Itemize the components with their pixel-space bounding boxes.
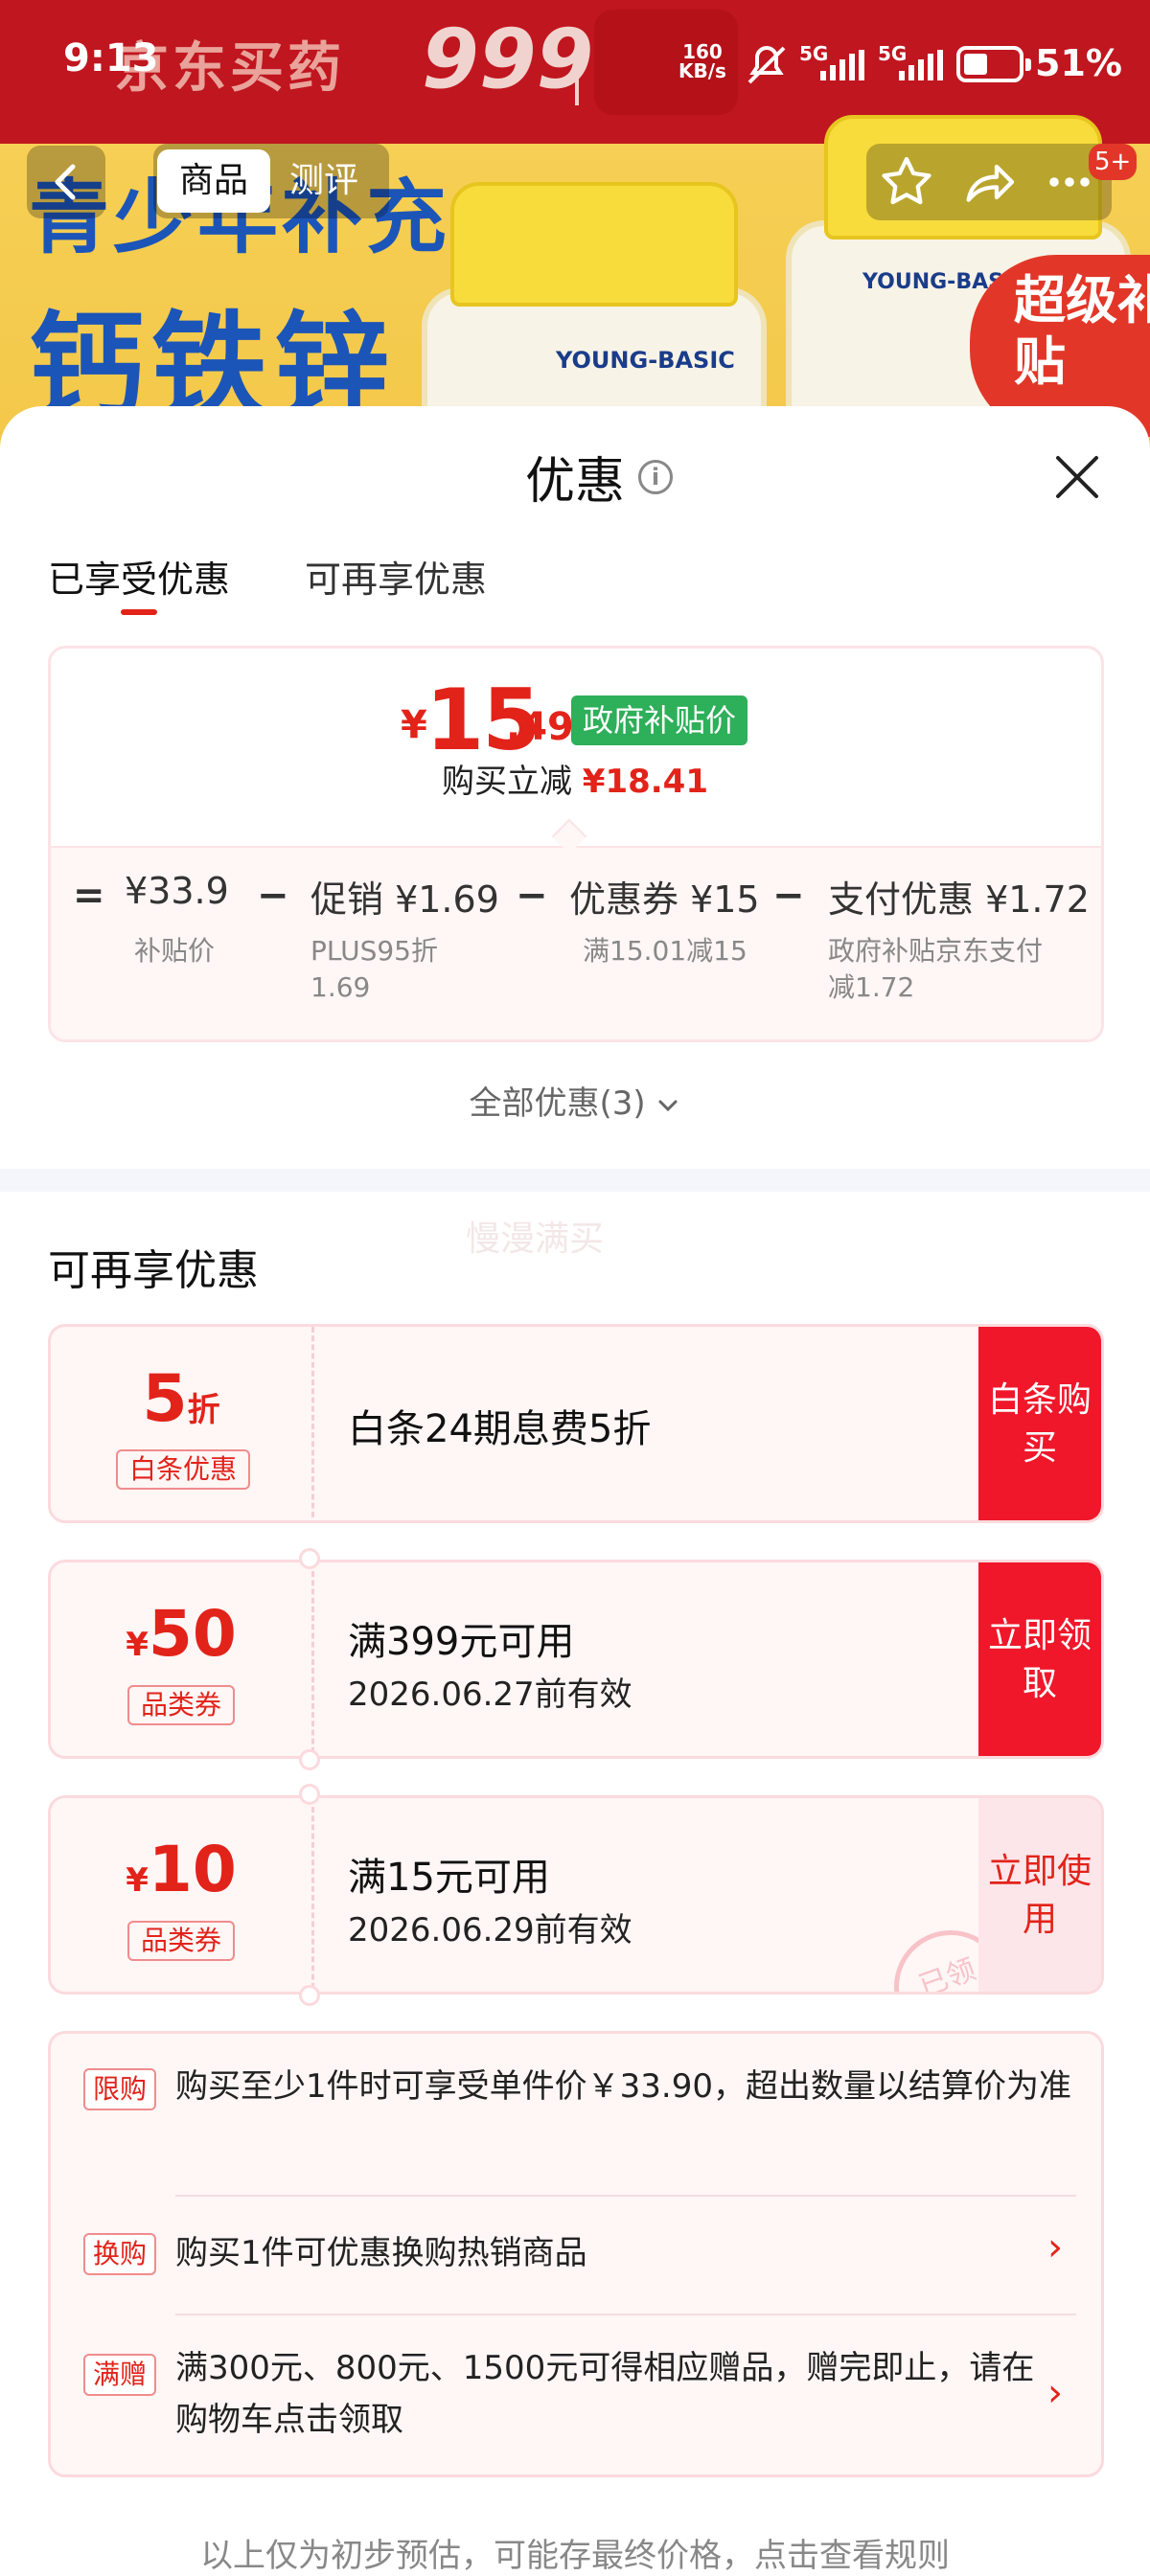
breakdown-desc-2: 满15.01减15 — [583, 935, 748, 967]
rule-tag-gift: 满赠 — [83, 2354, 156, 2396]
breakdown-desc-1: PLUS95折 1.69 — [310, 935, 438, 1003]
status-bar: 9:13 160 KB/s 5G 5G 51% — [0, 0, 1150, 134]
coupon-tag: 品类券 — [127, 1685, 236, 1725]
breakdown-value-2: 优惠券 ¥15 — [569, 878, 760, 921]
tab-product[interactable]: 商品 — [157, 149, 270, 213]
coupon-desc: 白条24期息费5折 — [348, 1407, 652, 1451]
tab-review[interactable]: 测评 — [289, 149, 358, 213]
chevron-right-icon: › — [1047, 2225, 1063, 2269]
active-tab-indicator — [121, 609, 157, 615]
coupon-divider — [311, 1327, 314, 1520]
status-time: 9:13 — [63, 36, 159, 80]
breakdown-value-3: 支付优惠 ¥1.72 — [828, 878, 1090, 921]
coupon-divider — [311, 1562, 314, 1756]
coupon-card-50: ¥50 品类券 满399元可用 2026.06.27前有效 立即领取 — [48, 1560, 1104, 1759]
rule-text-gift: 满300元、800元、1500元可得相应赠品，赠完即止，请在购物车点击领取 — [175, 2349, 1035, 2439]
coupon-value-number: 10 — [148, 1833, 237, 1906]
network-speed: 160 KB/s — [678, 42, 726, 80]
breakdown-value-0: ¥33.9 — [125, 870, 229, 912]
coupon-condition: 满399元可用 — [348, 1620, 575, 1664]
message-count-badge: 5+ — [1089, 144, 1138, 180]
coupon-condition: 满15元可用 — [348, 1856, 550, 1900]
coupon-value-unit: 折 — [187, 1391, 220, 1429]
rule-text-exchange: 购买1件可优惠换购热销商品 — [175, 2234, 587, 2272]
reduction-label: 购买立减 — [441, 763, 572, 801]
coupon-notch — [299, 1784, 320, 1805]
nav-tabs: 商品 测评 — [153, 144, 389, 218]
watermark-text: 慢漫满买 — [466, 1220, 605, 1259]
sheet-title: 优惠 — [524, 453, 625, 511]
coupon-value: ¥10 — [51, 1833, 311, 1906]
share-icon[interactable] — [958, 151, 1020, 213]
tab-enjoyed-promos[interactable]: 已享受优惠 — [48, 550, 230, 603]
coupon-value-number: 50 — [148, 1597, 237, 1671]
battery-icon — [956, 46, 1031, 82]
final-price-decimal: .49 — [506, 705, 574, 749]
coupon-expiry: 2026.06.27前有效 — [348, 1676, 632, 1714]
mute-icon — [748, 45, 786, 84]
instant-reduction: 购买立减 ¥18.41 — [0, 755, 1150, 802]
coupon-tag: 白条优惠 — [116, 1449, 251, 1490]
breakdown-op-1: − — [257, 874, 289, 918]
nav-actions — [866, 144, 1112, 220]
network-speed-unit: KB/s — [678, 59, 726, 82]
rule-tag-exchange: 换购 — [83, 2233, 156, 2275]
close-icon[interactable] — [1050, 450, 1104, 504]
reduction-value: ¥18.41 — [582, 763, 708, 801]
gov-subsidy-price-tag: 政府补贴价 — [571, 695, 748, 745]
baitiao-buy-button[interactable]: 白条购买 — [978, 1327, 1101, 1520]
network-speed-value: 160 — [682, 40, 723, 63]
product-bottle-left-cap — [450, 182, 738, 307]
breakdown-op-2: − — [516, 874, 548, 918]
rule-text-limit: 购买至少1件时可享受单件价￥33.90，超出数量以结算价为准 — [175, 2067, 1071, 2106]
rule-row-gift[interactable]: 满赠 满300元、800元、1500元可得相应赠品，赠完即止，请在购物车点击领取… — [51, 2315, 1105, 2478]
coupon-value: 5折 — [51, 1361, 311, 1437]
tab-more-promos[interactable]: 可再享优惠 — [305, 550, 487, 603]
chevron-right-icon: › — [1047, 2371, 1063, 2415]
breakdown-op-3: − — [772, 874, 805, 918]
hero-product-brand: YOUNG-BASIC — [556, 347, 735, 374]
signal-5g-icon-1: 5G — [799, 42, 866, 80]
coupon-divider — [311, 1798, 314, 1992]
promo-rules-card: 限购 购买至少1件时可享受单件价￥33.90，超出数量以结算价为准 换购 购买1… — [48, 2031, 1104, 2477]
coupon-card-baitiao: 5折 白条优惠 白条24期息费5折 白条购买 — [48, 1324, 1104, 1523]
price-currency: ¥ — [401, 703, 427, 747]
signal-5g-icon-2: 5G — [878, 42, 945, 80]
coupon-notch — [299, 1985, 320, 2006]
rule-tag-limit: 限购 — [83, 2068, 156, 2110]
breakdown-desc-0: 补贴价 — [134, 935, 216, 967]
use-coupon-button[interactable]: 立即使用 — [978, 1798, 1101, 1992]
section-title: 可再享优惠 — [48, 1246, 259, 1295]
coupon-card-10: ¥10 品类券 满15元可用 2026.06.29前有效 已领 立即使用 — [48, 1795, 1104, 1995]
breakdown-op-0: = — [73, 874, 105, 918]
coupon-value: ¥50 — [51, 1597, 311, 1671]
breakdown-desc-3: 政府补贴京东支付 减1.72 — [828, 935, 1044, 1003]
section-divider — [0, 1169, 1150, 1192]
star-icon[interactable] — [876, 151, 937, 213]
coupon-currency: ¥ — [126, 1861, 149, 1900]
claimed-stamp-text: 已领 — [914, 1952, 980, 1995]
breakdown-value-1: 促销 ¥1.69 — [310, 878, 499, 921]
coupon-tag: 品类券 — [127, 1921, 236, 1961]
battery-percent: 51% — [1035, 42, 1122, 84]
coupon-notch — [299, 1548, 320, 1569]
all-promos-toggle[interactable]: 全部优惠(3) — [0, 1077, 1150, 1124]
coupon-currency: ¥ — [126, 1626, 149, 1664]
coupon-value-number: 5 — [142, 1361, 188, 1437]
back-button[interactable] — [27, 146, 105, 218]
info-icon[interactable]: i — [638, 460, 673, 494]
chevron-down-icon — [658, 1100, 678, 1111]
claim-coupon-button[interactable]: 立即领取 — [978, 1562, 1101, 1756]
chevron-left-icon — [55, 164, 76, 200]
coupon-expiry: 2026.06.29前有效 — [348, 1911, 632, 1949]
coupon-notch — [299, 1749, 320, 1770]
price-footnote: 以上仅为初步预估，可能存最终价格，点击查看规则 — [200, 2537, 950, 2575]
rule-row-exchange[interactable]: 换购 购买1件可优惠换购热销商品 › — [51, 2197, 1105, 2314]
all-promos-label: 全部优惠(3) — [469, 1084, 646, 1123]
